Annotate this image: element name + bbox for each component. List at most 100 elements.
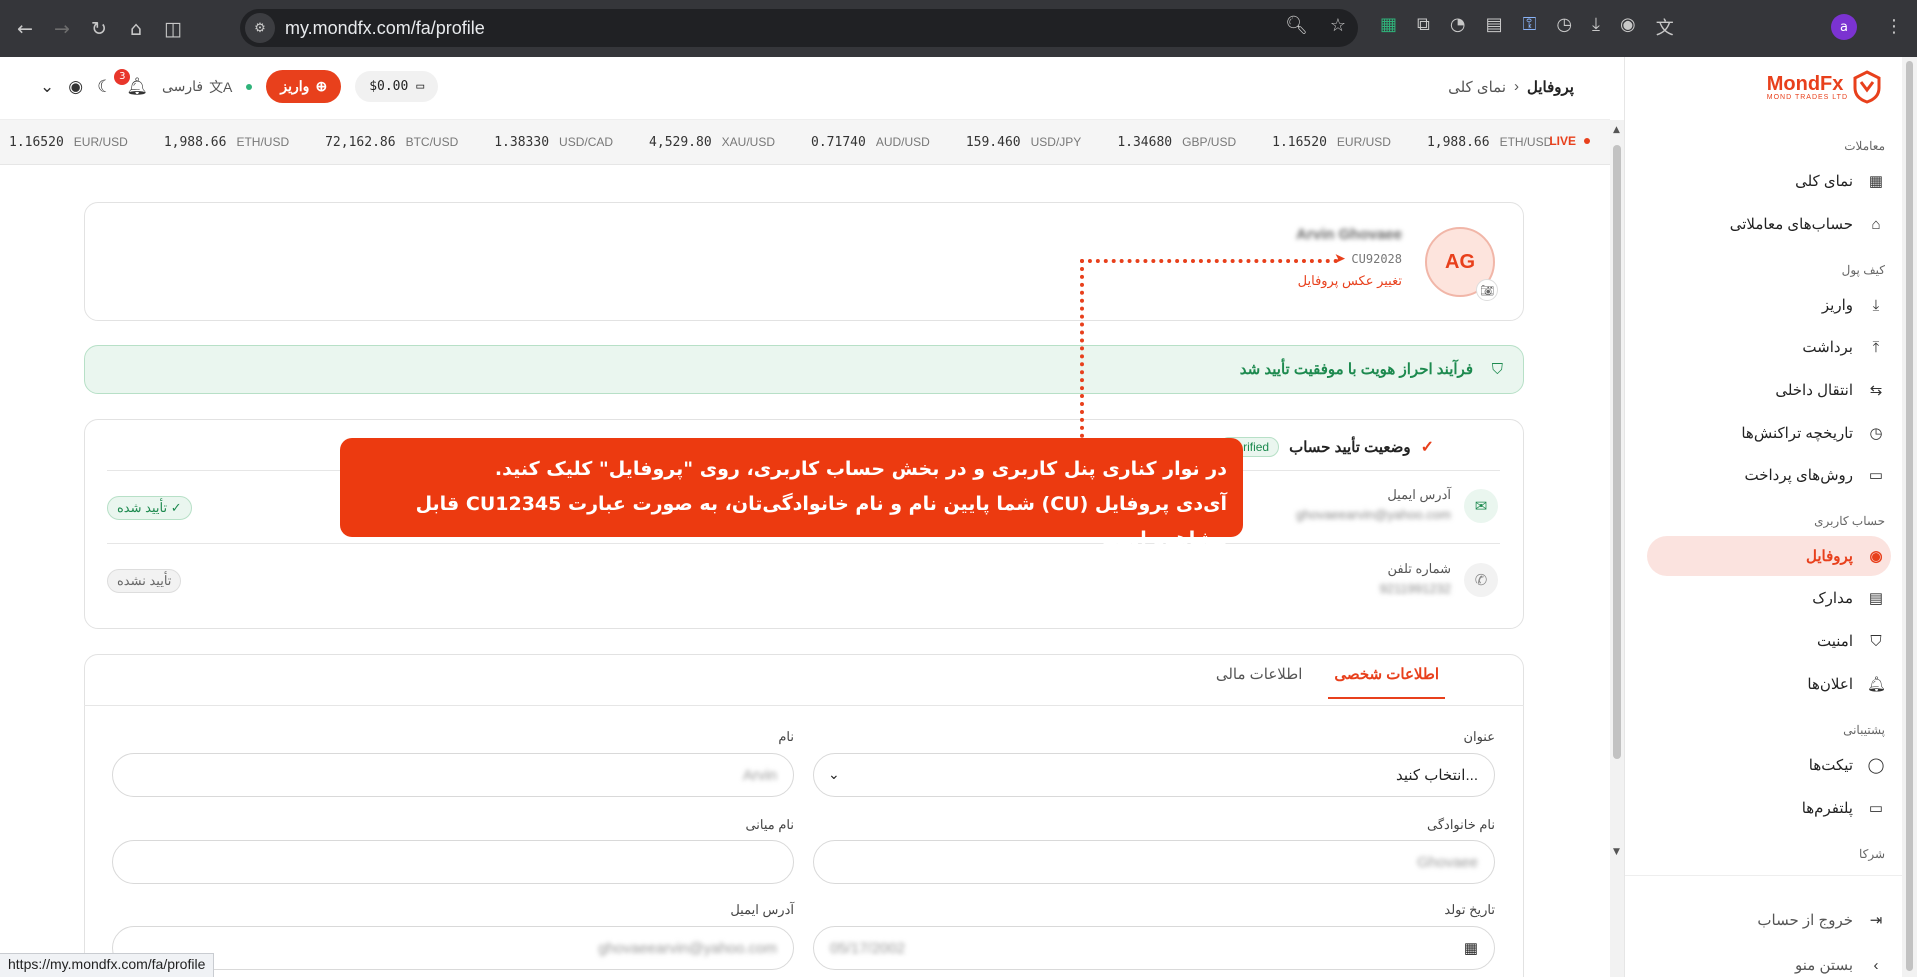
sidebar-item-profile[interactable]: پروفایل ◉: [1647, 536, 1891, 576]
ticker-item: 1,988.66 ETH/USD: [1427, 135, 1552, 150]
phone-label: شماره تلفن: [1387, 561, 1451, 576]
last-name-input[interactable]: Ghovaee: [813, 840, 1495, 884]
ticker-price: 1,988.66: [1426, 134, 1490, 150]
sidebar-item-documents[interactable]: مدارک ▤: [1647, 578, 1891, 618]
reload-icon[interactable]: ↻: [84, 14, 114, 44]
upload-icon: ⤒: [1872, 338, 1880, 356]
dob-label: تاریخ تولد: [1444, 902, 1495, 917]
tab-financial-info[interactable]: اطلاعات مالی: [1210, 654, 1309, 699]
split-view-icon[interactable]: ◫: [158, 14, 188, 44]
password-key-icon[interactable]: ⚿: [1523, 14, 1537, 40]
incognito-icon[interactable]: ◔: [1450, 14, 1466, 40]
browser-toolbar: ← → ↻ ⌂ ◫ ⚙ my.mondfx.com/fa/profile 🔍︎ …: [0, 0, 1917, 57]
reading-list-icon[interactable]: ▤: [1486, 14, 1503, 40]
sidebar-item-security[interactable]: امنیت ⛉: [1647, 621, 1891, 661]
history-icon[interactable]: ◷: [1556, 14, 1572, 40]
sidebar-item-payment-methods[interactable]: روش‌های پرداخت ▭: [1647, 455, 1891, 495]
bookmark-star-icon[interactable]: ☆: [1330, 15, 1346, 36]
phone-status-badge: تأیید نشده: [107, 569, 182, 593]
sidebar-item-overview[interactable]: نمای کلی ▦: [1647, 161, 1891, 201]
change-photo-link[interactable]: تغییر عکس پروفایل: [1298, 273, 1402, 289]
tab-personal-info[interactable]: اطلاعات شخصی: [1328, 654, 1445, 699]
breadcrumb-current: پروفایل: [1527, 79, 1574, 96]
mondfx-logo[interactable]: MondFx MOND TRADES LTD: [1767, 70, 1882, 104]
notification-bell-icon[interactable]: 🔔︎ 3: [114, 68, 148, 97]
document-icon: ▤: [1868, 590, 1884, 607]
scroll-up-arrow-icon[interactable]: ▲: [1613, 125, 1620, 135]
sidebar-item-label: پلتفرم‌ها: [1801, 800, 1853, 817]
address-bar[interactable]: ⚙ my.mondfx.com/fa/profile 🔍︎ ☆: [240, 9, 1358, 47]
grid-icon: ▦: [1868, 173, 1884, 190]
section-support: پشتیبانی: [1843, 723, 1885, 737]
callout-line-2: آی‌دی پروفایل (CU) شما پایین نام و نام خ…: [415, 493, 1227, 550]
language-switcher[interactable]: فارسی 文A: [162, 77, 232, 97]
first-name-input[interactable]: Arvin: [112, 753, 794, 797]
more-menu-icon[interactable]: ⋮: [1885, 16, 1903, 37]
title-label: عنوان: [1463, 729, 1495, 744]
screenshot-icon[interactable]: ◉: [1620, 14, 1636, 40]
middle-name-input[interactable]: [112, 840, 794, 884]
user-circle-icon[interactable]: ◉: [68, 77, 83, 97]
sidebar-item-label: اعلان‌ها: [1807, 676, 1853, 693]
live-dot: [1584, 138, 1590, 144]
extension-sheet-icon[interactable]: ▦: [1380, 14, 1397, 40]
wallet-icon: ▭: [416, 79, 425, 94]
translate-icon[interactable]: 文: [1656, 14, 1674, 40]
verification-success-banner: فرآیند احراز هویت با موفقیت تأیید شد ⛉: [84, 345, 1524, 394]
home-icon[interactable]: ⌂: [121, 14, 151, 44]
sidebar-item-withdraw[interactable]: برداشت ⤒: [1647, 327, 1891, 367]
logout-icon: ⇥: [1869, 912, 1883, 929]
sidebar-item-platforms[interactable]: پلتفرم‌ها ▭: [1647, 788, 1891, 828]
download-icon: ⤓: [1872, 296, 1880, 314]
main-scroll-thumb[interactable]: [1613, 145, 1621, 759]
site-info-icon[interactable]: ⚙: [245, 13, 275, 43]
camera-icon[interactable]: 📷︎: [1476, 279, 1498, 301]
sidebar-item-history[interactable]: تاریخچه تراکنش‌ها ◷: [1647, 413, 1891, 453]
ticker-price: 1.16520: [1272, 134, 1327, 150]
bank-icon: ⌂: [1871, 215, 1881, 233]
scroll-down-arrow-icon[interactable]: ▼: [1613, 847, 1620, 857]
title-select[interactable]: انتخاب کنید... ⌄: [813, 753, 1495, 797]
breadcrumb-overview-link[interactable]: نمای کلی: [1448, 78, 1506, 96]
sidebar-item-tickets[interactable]: تیکت‌ها ◯: [1647, 745, 1891, 785]
zoom-icon[interactable]: 🔍︎: [1285, 15, 1308, 36]
instruction-callout: در نوار کناری پنل کاربری و در بخش حساب ک…: [340, 438, 1243, 550]
browser-profile-avatar[interactable]: a: [1831, 14, 1857, 40]
ticker-item: 1.16520 EUR/USD: [1272, 135, 1391, 150]
chevron-down-icon[interactable]: ⌄: [40, 77, 54, 97]
ticker-price: 159.460: [965, 134, 1021, 150]
forward-icon[interactable]: →: [47, 14, 77, 44]
collapse-menu-button[interactable]: بستن منو ‹: [1647, 945, 1891, 977]
sidebar-item-label: نمای کلی: [1795, 173, 1853, 190]
ticker-price: 4,529.80: [649, 134, 712, 150]
sidebar-scrollbar[interactable]: [1902, 57, 1917, 977]
email-label: آدرس ایمیل: [1387, 487, 1451, 502]
download-icon[interactable]: ⤓: [1592, 14, 1600, 40]
extensions-puzzle-icon[interactable]: ⧉: [1417, 14, 1430, 40]
sidebar-scroll-thumb[interactable]: [1906, 61, 1913, 971]
sidebar-item-deposit[interactable]: واریز ⤓: [1647, 285, 1891, 325]
ticker-item: 1.16520 EUR/USD: [9, 135, 128, 150]
annotation-dotted-line: [1080, 259, 1338, 263]
theme-moon-icon[interactable]: ☾: [97, 77, 112, 97]
user-circle-icon: ◉: [1869, 548, 1883, 565]
logo-shield-icon: [1853, 70, 1881, 104]
url-text[interactable]: my.mondfx.com/fa/profile: [285, 18, 485, 39]
ticker-symbol: EUR/USD: [73, 135, 128, 149]
logout-button[interactable]: خروج از حساب ⇥: [1647, 900, 1891, 940]
main-scrollbar[interactable]: ▲ ▼: [1610, 120, 1624, 977]
email-status-badge: تأیید شده ✓: [107, 496, 192, 520]
ticker-price: 1,988.66: [163, 134, 227, 150]
sidebar-item-notifications[interactable]: اعلان‌ها 🔔︎: [1647, 664, 1891, 704]
ticker-symbol: USD/JPY: [1030, 135, 1082, 149]
sidebar-item-transfer[interactable]: انتقال داخلی ⇆: [1647, 370, 1891, 410]
dob-input[interactable]: 05/17/2002 ▦: [813, 926, 1495, 970]
section-account: حساب کاربری: [1814, 514, 1885, 528]
ticker-item: 1,988.66 ETH/USD: [164, 135, 289, 150]
deposit-button[interactable]: واریز ⊕: [266, 70, 342, 103]
calendar-icon[interactable]: ▦: [1464, 939, 1478, 957]
back-icon[interactable]: ←: [10, 14, 40, 44]
balance-pill[interactable]: $0.00 ▭: [355, 71, 439, 102]
email-status-text: تأیید شده: [117, 500, 168, 515]
sidebar-item-trading-accounts[interactable]: حساب‌های معاملاتی ⌂: [1647, 204, 1891, 244]
